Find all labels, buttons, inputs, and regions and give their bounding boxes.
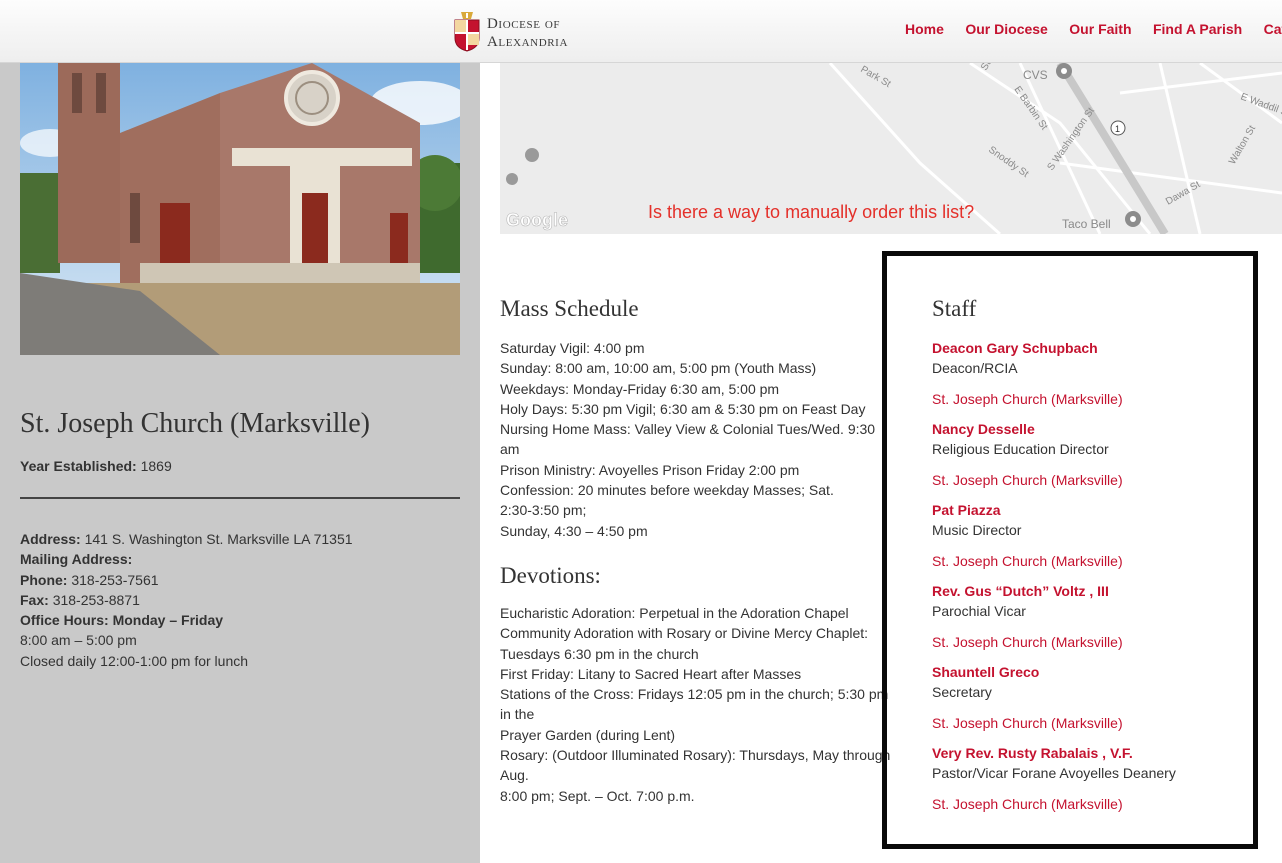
map-label-taco-bell: Taco Bell xyxy=(1062,217,1111,231)
devotion-line: in the xyxy=(500,706,535,723)
staff-name-link[interactable]: Deacon Gary Schupbach xyxy=(932,338,1252,358)
mass-line: Confession: 20 minutes before weekday Ma… xyxy=(500,482,834,499)
church-photo xyxy=(20,63,460,355)
staff-parish-link[interactable]: St. Joseph Church (Marksville) xyxy=(932,551,1252,571)
devotion-line: First Friday: Litany to Sacred Heart aft… xyxy=(500,665,802,682)
mass-schedule-list: Saturday Vigil: 4:00 pm Sunday: 8:00 am,… xyxy=(500,338,885,541)
mailing-address-label: Mailing Address: xyxy=(20,551,133,568)
mass-line: Prison Ministry: Avoyelles Prison Friday… xyxy=(500,461,800,478)
church-name: St. Joseph Church (Marksville) xyxy=(20,408,370,439)
mailing-address-row: Mailing Address: xyxy=(20,549,353,569)
devotion-line: Community Adoration with Rosary or Divin… xyxy=(500,625,869,642)
address-value: 141 S. Washington St. Marksville LA 7135… xyxy=(84,531,353,547)
devotions-title: Devotions: xyxy=(500,563,601,588)
staff-name-link[interactable]: Rev. Gus “Dutch” Voltz , III xyxy=(932,581,1252,601)
mass-line: Saturday Vigil: 4:00 pm xyxy=(500,340,645,356)
map-route-number: 1 xyxy=(1115,124,1120,134)
contact-info: Address: 141 S. Washington St. Marksvill… xyxy=(20,529,353,671)
devotion-line: Rosary: (Outdoor Illuminated Rosary): Th… xyxy=(500,747,891,764)
google-logo: Google xyxy=(506,210,568,230)
map-annotation: Is there a way to manually order this li… xyxy=(648,202,975,222)
staff-role: Music Director xyxy=(932,522,1022,539)
staff-role: Secretary xyxy=(932,684,992,701)
devotion-line: 8:00 pm; Sept. – Oct. 7:00 p.m. xyxy=(500,787,695,804)
map-pin-icon xyxy=(1056,63,1072,79)
mass-schedule-title: Mass Schedule xyxy=(500,296,639,321)
address-label: Address: xyxy=(20,531,81,547)
staff-title: Staff xyxy=(932,296,977,321)
mass-line: Sunday: 8:00 am, 10:00 am, 5:00 pm (Yout… xyxy=(500,360,817,377)
staff-role: Religious Education Director xyxy=(932,441,1109,458)
year-established-value: 1869 xyxy=(140,458,172,474)
staff-entry: Shauntell Greco Secretary St. Joseph Chu… xyxy=(932,662,1252,743)
devotion-line: Aug. xyxy=(500,767,529,784)
devotion-line: Prayer Garden (during Lent) xyxy=(500,726,676,743)
staff-parish-link[interactable]: St. Joseph Church (Marksville) xyxy=(932,470,1252,490)
staff-entry: Very Rev. Rusty Rabalais , V.F. Pastor/V… xyxy=(932,743,1252,824)
mass-line: Nursing Home Mass: Valley View & Colonia… xyxy=(500,421,876,438)
logo-text: Diocese of Alexandria xyxy=(487,15,568,51)
staff-name-link[interactable]: Shauntell Greco xyxy=(932,662,1252,682)
fax-value: 318-253-8871 xyxy=(52,591,140,608)
logo-line-1: Diocese of xyxy=(487,16,561,32)
staff-role: Pastor/Vicar Forane Avoyelles Deanery xyxy=(932,765,1176,782)
staff-role: Deacon/RCIA xyxy=(932,360,1018,377)
map-label-cvs: CVS xyxy=(1023,68,1048,82)
site-header: Diocese of Alexandria Home Our Diocese O… xyxy=(0,0,1282,63)
office-hours-note: Closed daily 12:00-1:00 pm for lunch xyxy=(20,652,249,669)
phone-label: Phone: xyxy=(20,571,68,588)
mass-line: Holy Days: 5:30 pm Vigil; 6:30 am & 5:30… xyxy=(500,400,866,417)
staff-entry: Deacon Gary Schupbach Deacon/RCIA St. Jo… xyxy=(932,338,1252,419)
nav-catholic[interactable]: Cat xyxy=(1264,21,1282,37)
office-hours-row: Office Hours: Monday – Friday xyxy=(20,610,353,630)
staff-parish-link[interactable]: St. Joseph Church (Marksville) xyxy=(932,632,1252,652)
mass-line: Sunday, 4:30 – 4:50 pm xyxy=(500,522,648,539)
staff-role: Parochial Vicar xyxy=(932,603,1026,620)
staff-name-link[interactable]: Nancy Desselle xyxy=(932,419,1252,439)
devotion-line: Tuesdays 6:30 pm in the church xyxy=(500,645,699,662)
nav-our-faith[interactable]: Our Faith xyxy=(1069,21,1131,37)
nav-find-a-parish[interactable]: Find A Parish xyxy=(1153,21,1242,37)
nav-our-diocese[interactable]: Our Diocese xyxy=(965,21,1047,37)
mass-line: 2:30-3:50 pm; xyxy=(500,502,587,519)
staff-parish-link[interactable]: St. Joseph Church (Marksville) xyxy=(932,389,1252,409)
staff-parish-link[interactable]: St. Joseph Church (Marksville) xyxy=(932,713,1252,733)
logo-line-2: Alexandria xyxy=(487,34,568,50)
devotion-line: Eucharistic Adoration: Perpetual in the … xyxy=(500,605,849,621)
office-hours-label: Office Hours: Monday – Friday xyxy=(20,612,224,629)
staff-name-link[interactable]: Very Rev. Rusty Rabalais , V.F. xyxy=(932,743,1252,763)
fax-row: Fax: 318-253-8871 xyxy=(20,590,353,610)
phone-value[interactable]: 318-253-7561 xyxy=(71,572,158,588)
main-nav: Home Our Diocese Our Faith Find A Parish… xyxy=(905,21,1282,39)
phone-row: Phone: 318-253-7561 xyxy=(20,570,353,590)
shield-crest-icon xyxy=(454,12,480,52)
staff-entry: Nancy Desselle Religious Education Direc… xyxy=(932,419,1252,500)
mass-line: Weekdays: Monday-Friday 6:30 am, 5:00 pm xyxy=(500,380,780,397)
address-row: Address: 141 S. Washington St. Marksvill… xyxy=(20,529,353,549)
staff-parish-link[interactable]: St. Joseph Church (Marksville) xyxy=(932,794,1252,814)
divider xyxy=(20,497,460,499)
devotions-list: Eucharistic Adoration: Perpetual in the … xyxy=(500,603,892,806)
fax-label: Fax: xyxy=(20,591,49,608)
diocese-logo[interactable]: Diocese of Alexandria xyxy=(453,12,593,54)
map-pin-icon xyxy=(1125,211,1141,227)
year-established: Year Established: 1869 xyxy=(20,458,172,474)
mass-line: am xyxy=(500,441,520,458)
nav-home[interactable]: Home xyxy=(905,21,944,37)
staff-entry: Pat Piazza Music Director St. Joseph Chu… xyxy=(932,500,1252,581)
staff-entry: Rev. Gus “Dutch” Voltz , III Parochial V… xyxy=(932,581,1252,662)
devotion-line: Stations of the Cross: Fridays 12:05 pm … xyxy=(500,686,889,703)
staff-list: Deacon Gary Schupbach Deacon/RCIA St. Jo… xyxy=(932,338,1252,824)
year-established-label: Year Established: xyxy=(20,458,137,474)
parish-info-sidebar: St. Joseph Church (Marksville) Year Esta… xyxy=(0,63,480,863)
staff-name-link[interactable]: Pat Piazza xyxy=(932,500,1252,520)
office-hours-value: 8:00 am – 5:00 pm xyxy=(20,632,137,649)
